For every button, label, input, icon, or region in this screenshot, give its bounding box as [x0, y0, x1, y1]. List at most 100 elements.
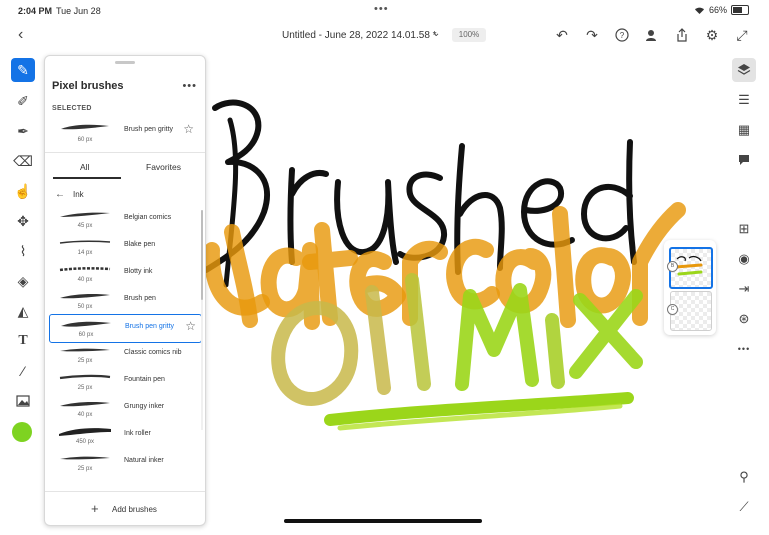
panel-title: Pixel brushes: [52, 80, 124, 92]
eraser-icon[interactable]: ⌫: [11, 149, 35, 173]
brush-stroke-preview: [59, 240, 111, 244]
scroll-thumb[interactable]: [201, 210, 203, 300]
help-icon[interactable]: ?: [612, 25, 632, 45]
brush-stroke-preview: [60, 402, 110, 407]
brush-item-blotty-ink[interactable]: 40 px Blotty ink: [49, 260, 200, 287]
status-date: Tue Jun 28: [56, 6, 101, 16]
brush-name: Natural inker: [124, 457, 164, 464]
brush-stroke-preview: [60, 212, 110, 217]
live-brush-icon[interactable]: ✐: [11, 89, 35, 113]
lasso-icon[interactable]: ⌇: [11, 239, 35, 263]
brush-stroke-preview: [60, 456, 110, 460]
brush-stroke-preview: [60, 348, 110, 352]
brush-size: 60 px: [78, 332, 94, 338]
brush-size: 45 px: [77, 223, 93, 229]
tab-all[interactable]: All: [80, 162, 89, 172]
category-name: Ink: [73, 190, 84, 199]
brush-tabs: All Favorites: [45, 153, 205, 179]
tab-favorites[interactable]: Favorites: [146, 162, 181, 172]
brush-item-blake-pen[interactable]: 14 px Blake pen: [49, 233, 200, 260]
chevron-down-icon[interactable]: ⌄: [432, 28, 440, 39]
layer-thumbnail-1[interactable]: B: [667, 247, 713, 289]
brush-stroke-preview: [59, 267, 111, 272]
vector-brush-icon[interactable]: ✒: [11, 119, 35, 143]
more-icon[interactable]: •••: [732, 337, 756, 361]
brush-item-natural-inker[interactable]: 25 px Natural inker: [49, 449, 200, 476]
import-icon[interactable]: ⇥: [732, 277, 756, 301]
ruler-icon[interactable]: ⟋: [732, 495, 756, 519]
image-icon[interactable]: [11, 389, 35, 413]
star-icon[interactable]: ☆: [183, 122, 194, 136]
active-tab-indicator: [53, 177, 121, 179]
fullscreen-icon[interactable]: ⤢: [732, 25, 752, 45]
share-icon[interactable]: [672, 25, 692, 45]
brush-name: Grungy inker: [124, 403, 165, 410]
brush-size: 25 px: [77, 358, 93, 364]
document-title[interactable]: Untitled - June 28, 2022 14.01.58 *: [282, 30, 437, 41]
pen-settings-icon[interactable]: ⚲: [732, 465, 756, 489]
layer-badge: C: [667, 304, 678, 315]
brush-name: Ink roller: [124, 430, 151, 437]
undo-icon[interactable]: ↶: [552, 25, 572, 45]
brush-name: Brush pen: [124, 295, 156, 302]
brush-list: 45 px Belgian comics 14 px Blake pen 40 …: [45, 206, 205, 491]
brush-item-brush-pen-gritty[interactable]: 60 px Brush pen gritty ☆: [49, 314, 202, 343]
svg-text:?: ?: [620, 31, 625, 40]
fill-icon[interactable]: ◈: [11, 269, 35, 293]
pixel-brush-icon[interactable]: ✎: [11, 58, 35, 82]
multitasking-dots-icon[interactable]: •••: [374, 3, 389, 15]
brush-size: 25 px: [77, 385, 93, 391]
star-icon[interactable]: ☆: [185, 319, 196, 333]
redo-icon[interactable]: ↷: [582, 25, 602, 45]
chevron-left-icon[interactable]: ‹: [18, 26, 23, 44]
selected-brush-name[interactable]: Brush pen gritty: [124, 126, 173, 133]
smudge-icon[interactable]: ☝: [11, 179, 35, 203]
zoom-level[interactable]: 100%: [452, 28, 486, 42]
transform-icon[interactable]: ✥: [11, 209, 35, 233]
brush-name: Blake pen: [124, 241, 156, 248]
visibility-icon[interactable]: ◉: [732, 247, 756, 271]
text-icon[interactable]: T: [11, 329, 35, 353]
brush-item-ink-roller[interactable]: 450 px Ink roller: [49, 422, 200, 449]
eyedropper-icon[interactable]: ⁄: [11, 359, 35, 383]
brush-list-scrollbar[interactable]: [201, 210, 203, 430]
shape-icon[interactable]: ◭: [11, 299, 35, 323]
adjustments-icon[interactable]: ☰: [732, 88, 756, 112]
add-layer-icon[interactable]: ⊞: [732, 217, 756, 241]
brush-size: 25 px: [77, 466, 93, 472]
grid-icon[interactable]: ▦: [732, 118, 756, 142]
brush-item-grungy-inker[interactable]: 40 px Grungy inker: [49, 395, 200, 422]
brush-item-classic-comics-nib[interactable]: 25 px Classic comics nib: [49, 341, 200, 368]
brush-size: 50 px: [77, 304, 93, 310]
gear-icon[interactable]: ⚙: [702, 25, 722, 45]
brush-size: 450 px: [75, 439, 94, 445]
battery-percent: 66%: [708, 5, 727, 15]
add-person-icon[interactable]: [642, 25, 662, 45]
more-icon[interactable]: •••: [182, 80, 197, 92]
selected-brush-stroke: [61, 124, 109, 130]
brush-stroke-preview: [59, 428, 111, 436]
brush-item-belgian-comics[interactable]: 45 px Belgian comics: [49, 206, 200, 233]
status-right: 66%: [694, 5, 749, 15]
brush-name: Belgian comics: [124, 214, 172, 221]
status-bar: 2:04 PM Tue Jun 28 ••• 66%: [0, 0, 769, 22]
selected-brush-size: 60 px: [77, 137, 93, 143]
home-indicator[interactable]: [284, 519, 482, 523]
layer-thumbnail-2[interactable]: C: [667, 291, 712, 331]
brush-item-fountain-pen[interactable]: 25 px Fountain pen: [49, 368, 200, 395]
color-picker[interactable]: [12, 422, 32, 442]
wifi-icon: [694, 7, 704, 14]
add-brushes-label: Add brushes: [112, 505, 157, 514]
add-brushes-button[interactable]: + Add brushes: [45, 491, 205, 525]
arrow-left-icon[interactable]: ←: [55, 189, 65, 200]
comment-icon[interactable]: [732, 148, 756, 172]
brush-size: 14 px: [77, 250, 93, 256]
category-back[interactable]: ← Ink: [55, 189, 84, 200]
plus-icon: +: [91, 501, 99, 516]
brush-item-brush-pen[interactable]: 50 px Brush pen: [49, 287, 200, 314]
layers-icon[interactable]: [732, 58, 756, 82]
panel-grabber[interactable]: [115, 61, 135, 64]
blend-mode-icon[interactable]: ⊛: [732, 307, 756, 331]
brush-size: 40 px: [77, 412, 93, 418]
layers-mini-panel: B C: [664, 240, 716, 335]
